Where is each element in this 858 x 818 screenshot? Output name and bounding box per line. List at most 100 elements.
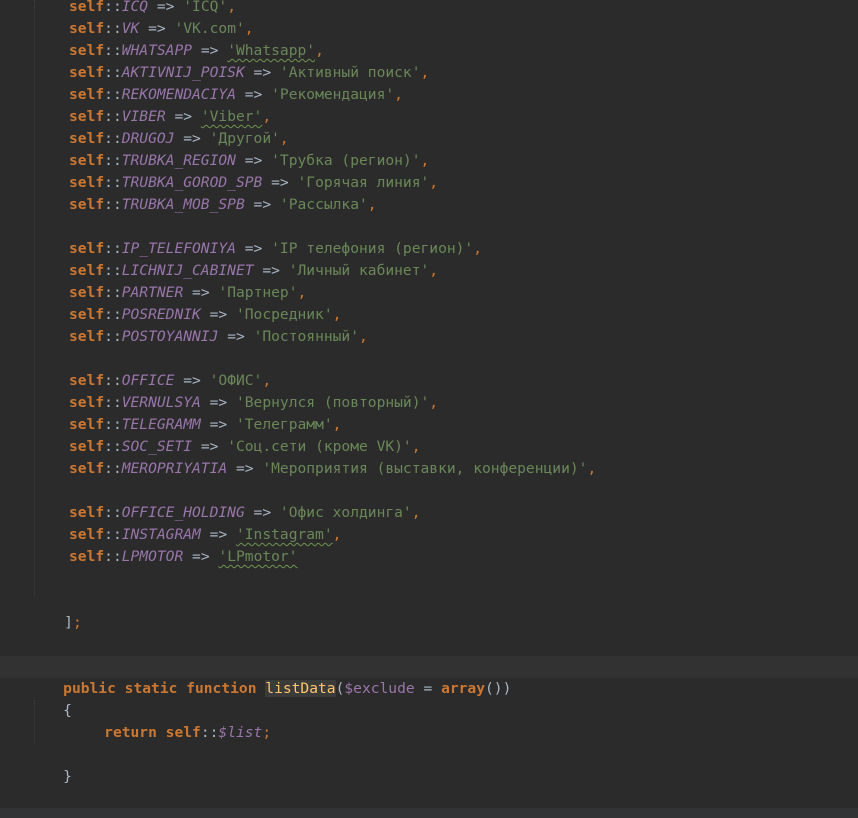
- code-line-entry[interactable]: self::POSTOYANNIJ => 'Постоянный',: [0, 326, 858, 348]
- code-line-entry[interactable]: self::OFFICE_HOLDING => 'Офис холдинга',: [0, 502, 858, 524]
- code-editor[interactable]: self::ICQ => 'ICQ', self::VK => 'VK.com',…: [0, 0, 858, 808]
- constant-name: POSREDNIK: [121, 306, 201, 323]
- code-line-function-declaration[interactable]: public static function listData($exclude…: [0, 656, 858, 697]
- code-line-blank[interactable]: [0, 480, 858, 502]
- code-line-entry[interactable]: self::LICHNIJ_CABINET => 'Личный кабинет…: [0, 260, 858, 282]
- comma: ,: [420, 152, 430, 169]
- code-line-blank[interactable]: [0, 348, 858, 370]
- code-line-close-brace[interactable]: }: [0, 744, 858, 785]
- self-keyword: self: [69, 306, 105, 323]
- scope-operator: ::: [104, 108, 122, 125]
- comma: ,: [429, 394, 439, 411]
- arrow-operator: =>: [253, 196, 272, 213]
- scope-operator: ::: [104, 438, 122, 455]
- string-value: 'ОФИС': [209, 372, 263, 389]
- scope-operator: ::: [104, 306, 122, 323]
- scope-operator: ::: [104, 328, 122, 345]
- self-keyword: self: [69, 504, 105, 521]
- arrow-operator: =>: [209, 526, 228, 543]
- code-line-entry[interactable]: self::IP_TELEFONIYA => 'IP телефония (ре…: [0, 238, 858, 260]
- code-line-entry[interactable]: self::REKOMENDACIYA => 'Рекомендация',: [0, 84, 858, 106]
- comma: ,: [297, 284, 307, 301]
- arrow-operator: =>: [192, 284, 210, 301]
- scope-operator: ::: [104, 42, 122, 59]
- code-line-entry[interactable]: self::WHATSAPP => 'Whatsapp',: [0, 40, 858, 62]
- code-line-open-brace[interactable]: {: [0, 678, 858, 719]
- code-line-entry[interactable]: self::PARTNER => 'Партнер',: [0, 282, 858, 304]
- code-line-entry[interactable]: self::MEROPRIYATIA => 'Мероприятия (выст…: [0, 458, 858, 480]
- constant-name: VIBER: [121, 108, 166, 125]
- self-keyword: self: [69, 262, 105, 279]
- constant-name: IP_TELEFONIYA: [121, 240, 236, 257]
- code-line-entry[interactable]: self::VK => 'VK.com',: [0, 18, 858, 40]
- code-line-entry[interactable]: self::TELEGRAMM => 'Телеграмм',: [0, 414, 858, 436]
- return-semicolon: ;: [262, 724, 272, 741]
- code-line-entry[interactable]: self::VERNULSYA => 'Вернулся (повторный)…: [0, 392, 858, 414]
- constant-name: SOC_SETI: [121, 438, 193, 455]
- static-var-list: $list: [218, 724, 263, 741]
- code-line-entry[interactable]: self::VIBER => 'Viber',: [0, 106, 858, 128]
- code-line-blank[interactable]: [0, 216, 858, 238]
- string-value: 'Whatsapp': [227, 42, 316, 59]
- scope-operator: ::: [104, 174, 122, 191]
- string-value: 'Трубка (регион)': [271, 152, 421, 169]
- scope-operator: ::: [104, 394, 122, 411]
- constant-name: POSTOYANNIJ: [121, 328, 219, 345]
- constant-name: TELEGRAMM: [121, 416, 201, 433]
- code-line-entry[interactable]: self::ICQ => 'ICQ',: [0, 0, 858, 18]
- scope-operator: ::: [104, 130, 122, 147]
- code-line-entry[interactable]: self::DRUGOJ => 'Другой',: [0, 128, 858, 150]
- string-value: 'Постоянный': [253, 328, 359, 345]
- self-keyword: self: [69, 130, 105, 147]
- comma: ,: [429, 262, 439, 279]
- constant-name: OFFICE_HOLDING: [121, 504, 245, 521]
- arrow-operator: =>: [244, 240, 263, 257]
- return-keyword: return: [104, 724, 157, 741]
- code-line-entry[interactable]: self::TRUBKA_MOB_SPB => 'Рассылка',: [0, 194, 858, 216]
- code-line-entry[interactable]: self::TRUBKA_GOROD_SPB => 'Горячая линия…: [0, 172, 858, 194]
- comma: ,: [315, 42, 324, 59]
- comma: ,: [262, 372, 272, 389]
- constant-name: TRUBKA_REGION: [121, 152, 236, 169]
- constant-name: TRUBKA_MOB_SPB: [121, 196, 245, 213]
- string-value: 'IP телефония (регион)': [271, 240, 474, 257]
- code-line-entry[interactable]: self::AKTIVNIJ_POISK => 'Активный поиск'…: [0, 62, 858, 84]
- comma: ,: [429, 174, 439, 191]
- scope-operator: ::: [104, 240, 122, 257]
- self-keyword: self: [69, 42, 105, 59]
- code-line-entry[interactable]: self::INSTAGRAM => 'Instagram',: [0, 524, 858, 546]
- self-keyword: self: [69, 108, 105, 125]
- constant-name: OFFICE: [121, 372, 175, 389]
- comma: ,: [332, 306, 342, 323]
- self-keyword: self: [69, 152, 105, 169]
- arrow-operator: =>: [244, 152, 263, 169]
- self-keyword: self: [69, 240, 105, 257]
- code-line-entry[interactable]: self::TRUBKA_REGION => 'Трубка (регион)'…: [0, 150, 858, 172]
- code-line-array-close[interactable]: ];: [0, 590, 858, 631]
- code-line-return[interactable]: return self::$list;: [0, 700, 858, 741]
- code-line-entry[interactable]: self::POSREDNIK => 'Посредник',: [0, 304, 858, 326]
- arrow-operator: =>: [209, 416, 228, 433]
- comma: ,: [279, 130, 289, 147]
- constant-name: ICQ: [121, 0, 149, 15]
- constant-name: WHATSAPP: [121, 42, 193, 59]
- string-value: 'Рекомендация': [271, 86, 395, 103]
- comma: ,: [359, 328, 368, 345]
- string-value: 'Instagram': [235, 526, 333, 543]
- comma: ,: [262, 108, 272, 125]
- scope-operator: ::: [104, 196, 122, 213]
- constant-name: DRUGOJ: [121, 130, 175, 147]
- self-keyword: self: [165, 724, 201, 741]
- code-line-entry[interactable]: self::OFFICE => 'ОФИС',: [0, 370, 858, 392]
- comma: ,: [473, 240, 483, 257]
- code-line-entry[interactable]: self::LPMOTOR => 'LPmotor': [0, 546, 858, 568]
- code-line-entry[interactable]: self::SOC_SETI => 'Соц.сети (кроме VK)',: [0, 436, 858, 458]
- constant-name: MEROPRIYATIA: [121, 460, 228, 477]
- comma: ,: [411, 504, 421, 521]
- string-value: 'VK.com': [174, 20, 245, 37]
- string-value: 'Телеграмм': [235, 416, 333, 433]
- self-keyword: self: [69, 394, 105, 411]
- scope-operator: ::: [104, 460, 122, 477]
- arrow-operator: =>: [200, 438, 219, 455]
- close-brace: }: [63, 768, 72, 785]
